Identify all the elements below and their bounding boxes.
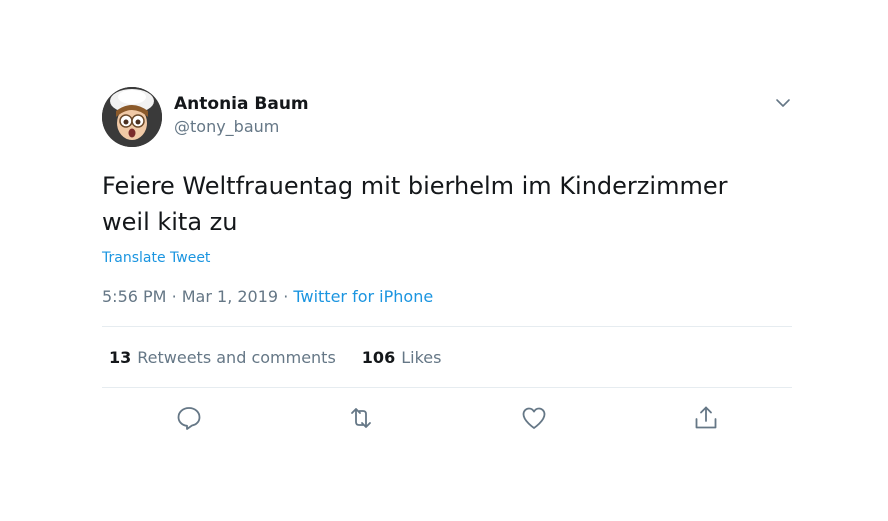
heart-icon[interactable] [520,404,548,432]
tweet-actions [102,388,792,450]
likes-count: 106 [361,347,396,367]
author-handle[interactable]: @tony_baum [174,117,309,137]
chevron-down-icon[interactable] [774,94,792,112]
retweets-count: 13 [109,347,132,367]
reply-icon[interactable] [175,404,203,432]
tweet-text: Feiere Weltfrauentag mit bierhelm im Kin… [102,168,762,240]
author-display-name[interactable]: Antonia Baum [174,94,309,114]
avatar-memoji-image [102,87,162,147]
retweets-stat[interactable]: 13 Retweets and comments [109,348,336,367]
meta-separator: · [283,287,289,306]
tweet-stats: 13 Retweets and comments 106 Likes [102,326,792,388]
tweet-source-link[interactable]: Twitter for iPhone [293,287,433,306]
tweet-time[interactable]: 5:56 PM [102,287,166,306]
author-names: Antonia Baum @tony_baum [174,94,309,137]
share-icon[interactable] [692,404,720,432]
likes-stat[interactable]: 106 Likes [362,348,442,367]
tweet-card: Antonia Baum @tony_baum Feiere Weltfraue… [102,86,792,450]
likes-label: Likes [401,347,442,367]
tweet-text-line-1: Feiere Weltfrauentag mit bierhelm im Kin… [102,172,728,200]
tweet-date[interactable]: Mar 1, 2019 [182,287,278,306]
tweet-header: Antonia Baum @tony_baum [102,86,792,148]
tweet-metadata: 5:56 PM · Mar 1, 2019 · Twitter for iPho… [102,286,792,308]
translate-tweet-link[interactable]: Translate Tweet [102,250,792,266]
avatar[interactable] [102,87,162,147]
meta-separator: · [171,287,177,306]
tweet-text-line-2: weil kita zu [102,208,238,236]
retweets-label: Retweets and comments [137,347,336,367]
retweet-icon[interactable] [347,404,375,432]
